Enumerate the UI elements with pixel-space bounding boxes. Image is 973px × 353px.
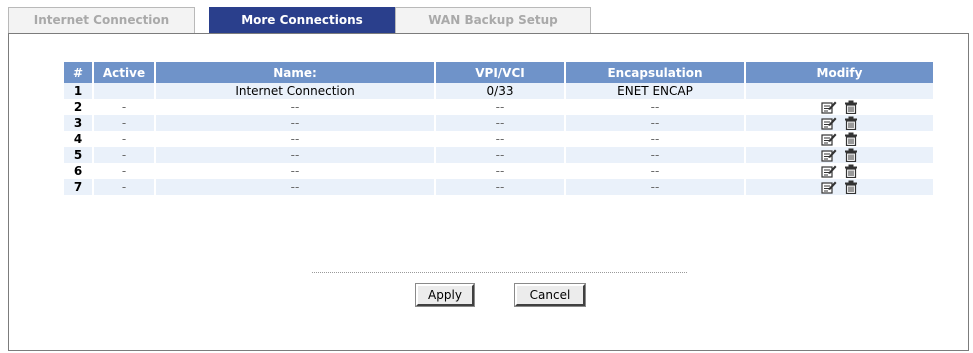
active-cell: - — [94, 163, 156, 179]
active-cell: - — [94, 115, 156, 131]
trash-icon[interactable] — [843, 100, 859, 115]
table-row: 4- -- -- -- — [64, 131, 933, 147]
row-number: 1 — [64, 83, 94, 99]
button-separator — [312, 272, 687, 273]
vpi-vci-cell: -- — [436, 99, 566, 115]
trash-icon[interactable] — [843, 148, 859, 163]
row-number: 5 — [64, 147, 94, 163]
vpi-vci-cell: 0/33 — [436, 83, 566, 99]
header-encapsulation: Encapsulation — [566, 62, 746, 83]
vpi-vci-cell: -- — [436, 163, 566, 179]
modify-cell — [746, 147, 933, 163]
edit-icon[interactable] — [820, 180, 837, 194]
name-cell: -- — [156, 99, 436, 115]
table-header-row: # Active Name: VPI/VCI Encapsulation Mod… — [64, 62, 933, 83]
modify-cell — [746, 115, 933, 131]
trash-icon[interactable] — [843, 116, 859, 131]
table-row: 7- -- -- -- — [64, 179, 933, 195]
modify-cell — [746, 163, 933, 179]
tab-wan-backup-setup[interactable]: WAN Backup Setup — [395, 7, 591, 34]
tab-internet-connection[interactable]: Internet Connection — [8, 7, 195, 34]
name-cell: -- — [156, 131, 436, 147]
vpi-vci-cell: -- — [436, 131, 566, 147]
edit-icon[interactable] — [820, 132, 837, 146]
row-number: 4 — [64, 131, 94, 147]
modify-cell — [746, 99, 933, 115]
edit-icon[interactable] — [820, 148, 837, 162]
encapsulation-cell: ENET ENCAP — [566, 83, 746, 99]
name-cell: -- — [156, 147, 436, 163]
cancel-button[interactable]: Cancel — [515, 284, 585, 306]
row-number: 2 — [64, 99, 94, 115]
table-row: 2- -- -- -- — [64, 99, 933, 115]
table-row: 6- -- -- -- — [64, 163, 933, 179]
table-row: 5- -- -- -- — [64, 147, 933, 163]
vpi-vci-cell: -- — [436, 147, 566, 163]
name-cell: -- — [156, 179, 436, 195]
name-cell: -- — [156, 115, 436, 131]
modify-cell — [746, 83, 933, 99]
row-number: 7 — [64, 179, 94, 195]
name-cell: -- — [156, 163, 436, 179]
encapsulation-cell: -- — [566, 131, 746, 147]
table-row: 3- -- -- -- — [64, 115, 933, 131]
active-cell — [94, 83, 156, 99]
row-number: 6 — [64, 163, 94, 179]
header-vpi-vci: VPI/VCI — [436, 62, 566, 83]
edit-icon[interactable] — [820, 164, 837, 178]
header-active: Active — [94, 62, 156, 83]
tab-more-connections[interactable]: More Connections — [209, 7, 395, 35]
header-number: # — [64, 62, 94, 83]
encapsulation-cell: -- — [566, 115, 746, 131]
edit-icon[interactable] — [820, 116, 837, 130]
encapsulation-cell: -- — [566, 99, 746, 115]
encapsulation-cell: -- — [566, 147, 746, 163]
name-cell: Internet Connection — [156, 83, 436, 99]
active-cell: - — [94, 131, 156, 147]
table-row: 1 Internet Connection 0/33 ENET ENCAP — [64, 83, 933, 99]
trash-icon[interactable] — [843, 132, 859, 147]
active-cell: - — [94, 147, 156, 163]
active-cell: - — [94, 179, 156, 195]
trash-icon[interactable] — [843, 164, 859, 179]
apply-button[interactable]: Apply — [416, 284, 474, 306]
header-modify: Modify — [746, 62, 933, 83]
vpi-vci-cell: -- — [436, 179, 566, 195]
header-name: Name: — [156, 62, 436, 83]
encapsulation-cell: -- — [566, 163, 746, 179]
active-cell: - — [94, 99, 156, 115]
tab-bar: Internet Connection More Connections WAN… — [8, 7, 969, 35]
modify-cell — [746, 179, 933, 195]
encapsulation-cell: -- — [566, 179, 746, 195]
edit-icon[interactable] — [820, 100, 837, 114]
vpi-vci-cell: -- — [436, 115, 566, 131]
modify-cell — [746, 131, 933, 147]
connections-table: # Active Name: VPI/VCI Encapsulation Mod… — [64, 62, 933, 195]
row-number: 3 — [64, 115, 94, 131]
trash-icon[interactable] — [843, 180, 859, 195]
